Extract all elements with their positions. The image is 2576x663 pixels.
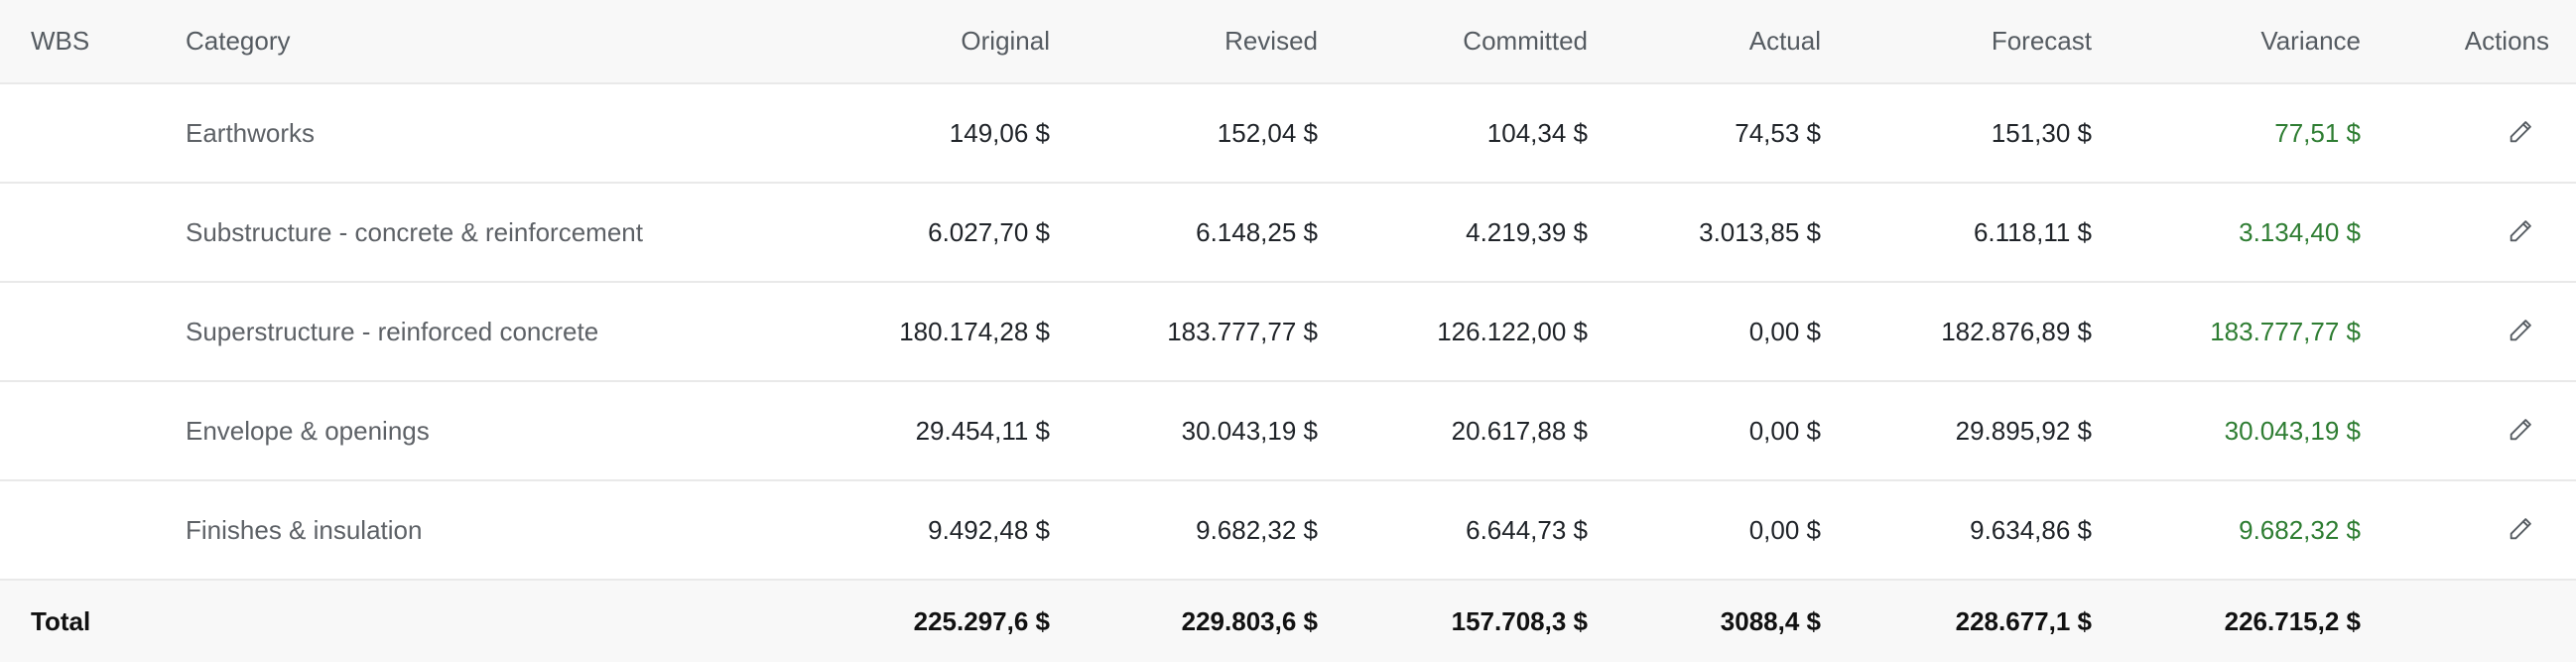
column-header-original[interactable]: Original <box>774 0 1050 82</box>
column-header-revised[interactable]: Revised <box>1042 0 1318 82</box>
original-cell: 9.492,48 $ <box>928 514 1050 545</box>
column-header-actions: Actions <box>2464 26 2549 56</box>
column-header-variance[interactable]: Variance <box>2084 0 2361 82</box>
total-revised: 229.803,6 $ <box>1181 605 1318 636</box>
committed-cell: 104,34 $ <box>1486 117 1588 148</box>
actual-cell: 0,00 $ <box>1748 316 1821 346</box>
actual-cell: 0,00 $ <box>1748 415 1821 446</box>
edit-row-button[interactable] <box>2505 217 2536 249</box>
variance-cell: 30.043,19 $ <box>2224 415 2361 446</box>
revised-cell: 9.682,32 $ <box>1196 514 1318 545</box>
column-header-wbs[interactable]: WBS <box>31 0 150 82</box>
pencil-icon <box>2507 317 2534 349</box>
edit-row-button[interactable] <box>2505 118 2536 150</box>
table-row[interactable]: Superstructure - reinforced concrete 180… <box>0 283 2576 382</box>
variance-cell: 183.777,77 $ <box>2210 316 2361 346</box>
table-row[interactable]: Substructure - concrete & reinforcement … <box>0 184 2576 283</box>
wbs-cell <box>31 184 150 281</box>
forecast-cell: 182.876,89 $ <box>1941 316 2092 346</box>
forecast-cell: 29.895,92 $ <box>1955 415 2092 446</box>
forecast-cell: 6.118,11 $ <box>1973 216 2092 247</box>
actual-cell: 74,53 $ <box>1735 117 1821 148</box>
budget-table: WBS Category Original Revised Committed … <box>0 0 2576 662</box>
wbs-cell <box>31 84 150 182</box>
pencil-icon <box>2507 118 2534 151</box>
revised-cell: 6.148,25 $ <box>1196 216 1318 247</box>
pencil-icon <box>2507 515 2534 548</box>
variance-cell: 9.682,32 $ <box>2239 514 2361 545</box>
wbs-cell <box>31 481 150 579</box>
variance-cell: 3.134,40 $ <box>2239 216 2361 247</box>
table-row[interactable]: Earthworks 149,06 $ 152,04 $ 104,34 $ 74… <box>0 84 2576 184</box>
column-header-actual[interactable]: Actual <box>1548 0 1821 82</box>
revised-cell: 30.043,19 $ <box>1181 415 1318 446</box>
revised-cell: 152,04 $ <box>1217 117 1318 148</box>
revised-cell: 183.777,77 $ <box>1167 316 1318 346</box>
column-header-committed[interactable]: Committed <box>1312 0 1588 82</box>
actual-cell: 3.013,85 $ <box>1699 216 1821 247</box>
total-committed: 157.708,3 $ <box>1451 605 1588 636</box>
edit-row-button[interactable] <box>2505 317 2536 348</box>
table-row[interactable]: Finishes & insulation 9.492,48 $ 9.682,3… <box>0 481 2576 581</box>
original-cell: 180.174,28 $ <box>899 316 1050 346</box>
total-label: Total <box>31 605 91 636</box>
committed-cell: 20.617,88 $ <box>1451 415 1588 446</box>
actual-cell: 0,00 $ <box>1748 514 1821 545</box>
pencil-icon <box>2507 416 2534 449</box>
variance-cell: 77,51 $ <box>2274 117 2361 148</box>
table-total-row: Total 225.297,6 $ 229.803,6 $ 157.708,3 … <box>0 581 2576 662</box>
original-cell: 29.454,11 $ <box>915 415 1050 446</box>
total-original: 225.297,6 $ <box>913 605 1050 636</box>
total-actual: 3088,4 $ <box>1720 605 1821 636</box>
committed-cell: 4.219,39 $ <box>1466 216 1588 247</box>
total-forecast: 228.677,1 $ <box>1955 605 2092 636</box>
total-variance: 226.715,2 $ <box>2224 605 2361 636</box>
original-cell: 149,06 $ <box>949 117 1050 148</box>
pencil-icon <box>2507 217 2534 250</box>
table-row[interactable]: Envelope & openings 29.454,11 $ 30.043,1… <box>0 382 2576 481</box>
wbs-cell <box>31 382 150 479</box>
wbs-cell <box>31 283 150 380</box>
edit-row-button[interactable] <box>2505 416 2536 448</box>
column-header-forecast[interactable]: Forecast <box>1816 0 2092 82</box>
forecast-cell: 151,30 $ <box>1991 117 2092 148</box>
original-cell: 6.027,70 $ <box>928 216 1050 247</box>
forecast-cell: 9.634,86 $ <box>1970 514 2092 545</box>
committed-cell: 6.644,73 $ <box>1466 514 1588 545</box>
committed-cell: 126.122,00 $ <box>1437 316 1588 346</box>
table-header-row: WBS Category Original Revised Committed … <box>0 0 2576 84</box>
edit-row-button[interactable] <box>2505 515 2536 547</box>
